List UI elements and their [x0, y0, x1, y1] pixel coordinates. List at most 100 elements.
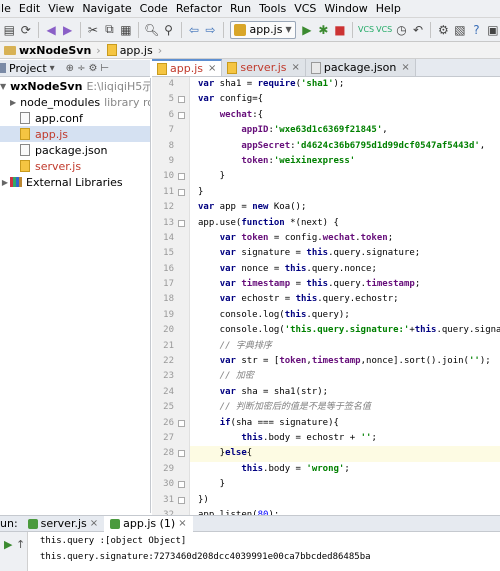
code-line[interactable]: 27 this.body = echostr + '';: [163, 431, 500, 446]
sync-icon[interactable]: ⟳: [19, 21, 34, 39]
breadcrumb-project[interactable]: wxNodeSvn ›: [1, 44, 104, 57]
copy-icon[interactable]: ⧉: [102, 21, 117, 39]
tab-app-js[interactable]: app.js ×: [152, 59, 223, 76]
vcs-commit-icon[interactable]: VCS: [376, 21, 392, 39]
nav-forward-icon[interactable]: ⇨: [203, 21, 218, 39]
code-line[interactable]: 28 }else{: [163, 446, 500, 462]
help-icon[interactable]: ?: [469, 21, 484, 39]
code-line[interactable]: 16 var nonce = this.query.nonce;: [163, 262, 500, 277]
code-line[interactable]: 25 // 判断加密后的值是不是等于签名值: [163, 400, 500, 415]
code-line[interactable]: 14 var token = config.wechat.token;: [163, 231, 500, 246]
history-icon[interactable]: ◷: [394, 21, 409, 39]
debug-icon[interactable]: ✱: [316, 21, 331, 39]
tree-root[interactable]: ▼ wxNodeSvn E:\liqiqiH5示例\: [0, 78, 150, 94]
revert-icon[interactable]: ↶: [411, 21, 426, 39]
fold-toggle-icon[interactable]: [178, 96, 185, 104]
nav-back-icon[interactable]: ⇦: [187, 21, 202, 39]
breadcrumb-file[interactable]: app.js ›: [104, 44, 165, 57]
code-line[interactable]: 4 var sha1 = require('sha1');: [169, 77, 500, 92]
find-icon[interactable]: 🔍︎: [144, 21, 159, 39]
menu-item[interactable]: Window: [320, 2, 371, 15]
code-line[interactable]: 17 var timestamp = this.query.timestamp;: [163, 277, 500, 292]
fold-toggle-icon[interactable]: [178, 419, 185, 427]
target-icon[interactable]: ⊕: [66, 63, 74, 74]
back-icon[interactable]: ◀: [44, 21, 59, 39]
code-line[interactable]: 9 token:'weixinexpress': [169, 154, 500, 169]
run-config-select[interactable]: app.js ▼: [230, 20, 296, 39]
paste-icon[interactable]: ▦: [119, 21, 134, 39]
hide-icon[interactable]: ⊢: [100, 63, 109, 74]
collapse-arrow-icon[interactable]: ▶: [0, 178, 10, 187]
menu-item[interactable]: VCS: [290, 2, 320, 15]
code-line[interactable]: 26 if(sha === signature){: [163, 416, 500, 431]
collapse-arrow-icon[interactable]: ▶: [10, 98, 16, 107]
fold-toggle-icon[interactable]: [178, 188, 185, 196]
settings-icon[interactable]: ÷: [77, 63, 85, 74]
forward-icon[interactable]: ▶: [60, 21, 75, 39]
expand-arrow-icon[interactable]: ▼: [0, 82, 6, 91]
code-line[interactable]: 5 var config={: [169, 92, 500, 107]
menu-item[interactable]: Navigate: [78, 2, 135, 15]
menu-item[interactable]: View: [44, 2, 78, 15]
stop-icon[interactable]: ■: [333, 21, 348, 39]
run-icon[interactable]: ▶: [300, 21, 315, 39]
fold-toggle-icon[interactable]: [178, 450, 185, 458]
code-line[interactable]: 18 var echostr = this.query.echostr;: [163, 292, 500, 307]
code-line[interactable]: 7 appID:'wxe63d1c6369f21845',: [169, 123, 500, 138]
close-icon[interactable]: ×: [178, 518, 186, 529]
code-line[interactable]: 24 var sha = sha1(str);: [163, 385, 500, 400]
menu-item[interactable]: Code: [136, 2, 172, 15]
code-line[interactable]: 15 var signature = this.query.signature;: [163, 246, 500, 261]
settings-icon[interactable]: ⚙: [436, 21, 451, 39]
cut-icon[interactable]: ✂: [86, 21, 101, 39]
fold-toggle-icon[interactable]: [178, 111, 185, 119]
code-line[interactable]: 12 var app = new Koa();: [163, 200, 500, 215]
code-line[interactable]: 13 app.use(function *(next) {: [163, 216, 500, 231]
rerun-icon[interactable]: ▶: [4, 538, 12, 551]
tree-item-server-js[interactable]: server.js: [0, 158, 150, 174]
chevron-down-icon[interactable]: ▾: [50, 63, 55, 74]
tree-item-package-json[interactable]: package.json: [0, 142, 150, 158]
close-icon[interactable]: ×: [401, 62, 409, 73]
project-view-selector[interactable]: Project: [9, 62, 47, 75]
save-icon[interactable]: ▤: [2, 21, 17, 39]
code-line[interactable]: 22 var str = [token,timestamp,nonce].sor…: [163, 354, 500, 369]
code-line[interactable]: 32 app.listen(80);: [163, 508, 500, 515]
code-line[interactable]: 6 wechat:{: [169, 108, 500, 123]
close-icon[interactable]: ×: [90, 518, 98, 529]
tree-item-app-conf[interactable]: app.conf: [0, 110, 150, 126]
close-icon[interactable]: ×: [208, 63, 216, 74]
code-line[interactable]: 20 console.log('this.query.signature:'+t…: [163, 323, 500, 338]
scroll-up-icon[interactable]: ↑: [16, 538, 25, 551]
menu-item[interactable]: Tools: [255, 2, 290, 15]
code-area[interactable]: 4 var sha1 = require('sha1'); 5 var config=…: [163, 77, 500, 515]
code-line[interactable]: 8 appSecret:'d4624c36b6795d1d99dcf0547af…: [169, 139, 500, 154]
vcs-update-icon[interactable]: VCS: [358, 21, 374, 39]
code-editor[interactable]: 4 var sha1 = require('sha1'); 5 var config=…: [152, 77, 500, 515]
fold-toggle-icon[interactable]: [178, 496, 185, 504]
code-line[interactable]: 10 }: [163, 169, 500, 184]
fold-toggle-icon[interactable]: [178, 481, 185, 489]
menu-item[interactable]: Help: [372, 2, 405, 15]
replace-icon[interactable]: ⚲: [161, 21, 176, 39]
run-tab-app-js[interactable]: app.js (1) ×: [104, 515, 193, 532]
tree-item-app-js[interactable]: app.js: [0, 126, 150, 142]
code-line[interactable]: 23 // 加密: [163, 369, 500, 384]
menu-item[interactable]: Edit: [15, 2, 44, 15]
tree-item-node-modules[interactable]: ▶ node_modules library roo: [0, 94, 150, 110]
tab-server-js[interactable]: server.js ×: [222, 59, 306, 76]
fold-toggle-icon[interactable]: [178, 173, 185, 181]
fold-toggle-icon[interactable]: [178, 219, 185, 227]
plugin-icon[interactable]: ▣: [486, 21, 500, 39]
run-tab-server-js[interactable]: server.js ×: [22, 516, 105, 532]
menu-item[interactable]: Refactor: [172, 2, 226, 15]
menu-item[interactable]: Run: [226, 2, 255, 15]
code-line[interactable]: 21 // 字典排序: [163, 339, 500, 354]
structure-icon[interactable]: ▧: [453, 21, 468, 39]
menu-item[interactable]: ile: [0, 2, 15, 15]
close-icon[interactable]: ×: [292, 62, 300, 73]
code-line[interactable]: 29 this.body = 'wrong';: [163, 462, 500, 477]
code-line[interactable]: 11}: [163, 185, 500, 200]
tree-item-external-libraries[interactable]: ▶ External Libraries: [0, 174, 150, 190]
gear-icon[interactable]: ⚙: [88, 63, 97, 74]
